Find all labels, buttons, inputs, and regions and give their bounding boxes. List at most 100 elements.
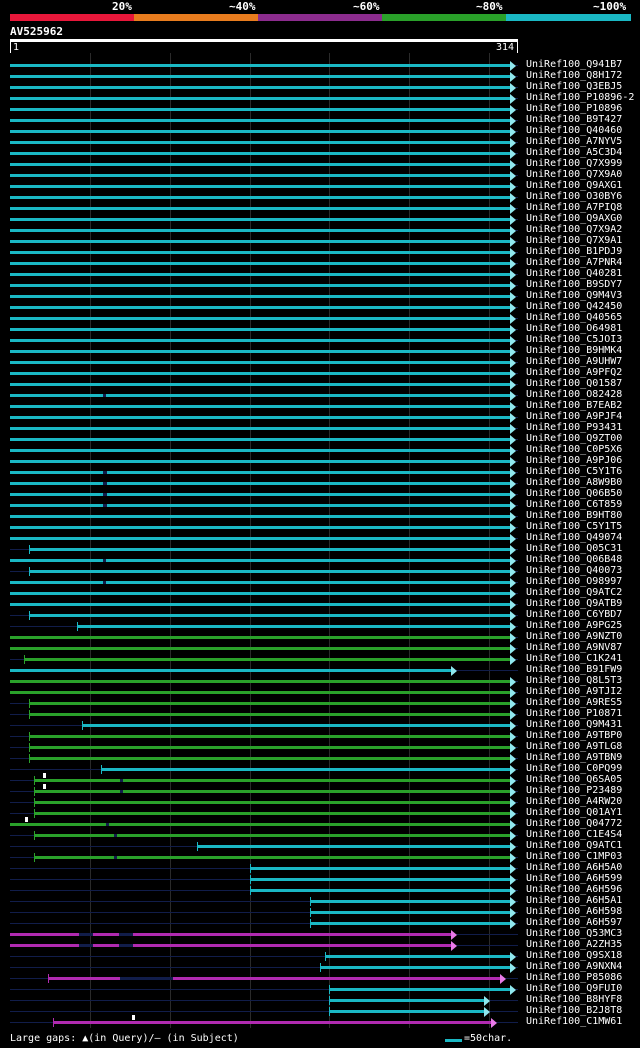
hit-label[interactable]: UniRef100_Q53MC3 [526,928,622,939]
hit-label[interactable]: UniRef100_B91FW9 [526,664,622,675]
hit-label[interactable]: UniRef100_Q9FUI0 [526,983,622,994]
hit-label[interactable]: UniRef100_A6H599 [526,873,622,884]
hit-label[interactable]: UniRef100_A9TBP0 [526,730,622,741]
hit-label[interactable]: UniRef100_Q7X9A0 [526,169,622,180]
hit-bar [319,966,510,969]
hit-label[interactable]: UniRef100_A9PJF4 [526,411,622,422]
hit-label[interactable]: UniRef100_A9PFQ2 [526,367,622,378]
hit-label[interactable]: UniRef100_Q3EBJ5 [526,81,622,92]
hit-label[interactable]: UniRef100_A9UHW7 [526,356,622,367]
hit-label[interactable]: UniRef100_C5JOI3 [526,334,622,345]
hit-label[interactable]: UniRef100_B7EAB2 [526,400,622,411]
hit-label[interactable]: UniRef100_B9SDY7 [526,279,622,290]
hit-label[interactable]: UniRef100_Q01587 [526,378,622,389]
hit-label[interactable]: UniRef100_B9T427 [526,114,622,125]
hit-label[interactable]: UniRef100_B2J8T8 [526,1005,622,1016]
hit-label[interactable]: UniRef100_P23489 [526,785,622,796]
hit-label[interactable]: UniRef100_Q941B7 [526,59,622,70]
hit-label[interactable]: UniRef100_A9TLG8 [526,741,622,752]
hit-label[interactable]: UniRef100_A7PIQ8 [526,202,622,213]
hit-bar [10,328,510,331]
hit-label[interactable]: UniRef100_A6H5A0 [526,862,622,873]
hit-label[interactable]: UniRef100_A4RW20 [526,796,622,807]
hit-label[interactable]: UniRef100_C1E4S4 [526,829,622,840]
hit-bar [33,790,510,793]
hit-label[interactable]: UniRef100_Q9SX18 [526,950,622,961]
hit-label[interactable]: UniRef100_Q9ZT00 [526,433,622,444]
grid-line [489,53,490,1028]
hit-label[interactable]: UniRef100_Q9ATC2 [526,587,622,598]
hit-label[interactable]: UniRef100_A9RES5 [526,697,622,708]
hit-label[interactable]: UniRef100_C0P5X6 [526,444,622,455]
hit-label[interactable]: UniRef100_O82428 [526,389,622,400]
hit-label[interactable]: UniRef100_P85086 [526,972,622,983]
hit-label[interactable]: UniRef100_Q9AXG0 [526,213,622,224]
hit-end-arrow [510,820,516,830]
hit-label[interactable]: UniRef100_O98997 [526,576,622,587]
hit-label[interactable]: UniRef100_Q9ATC1 [526,840,622,851]
hit-label[interactable]: UniRef100_Q01AY1 [526,807,622,818]
hit-label[interactable]: UniRef100_O30BY6 [526,191,622,202]
hit-label[interactable]: UniRef100_B1PDJ9 [526,246,622,257]
hit-label[interactable]: UniRef100_Q49074 [526,532,622,543]
hit-label[interactable]: UniRef100_C5Y1T5 [526,521,622,532]
hit-label[interactable]: UniRef100_A9TBN9 [526,752,622,763]
hit-label[interactable]: UniRef100_A9TJI2 [526,686,622,697]
hit-label[interactable]: UniRef100_Q9AXG1 [526,180,622,191]
hit-end-arrow [490,1018,497,1028]
hit-start-cap [29,545,31,554]
hit-label[interactable]: UniRef100_B8HYF8 [526,994,622,1005]
hit-label[interactable]: UniRef100_P10896 [526,103,622,114]
hit-label[interactable]: UniRef100_A7PNR4 [526,257,622,268]
hit-bar [10,438,510,441]
hit-label[interactable]: UniRef100_A5C3D4 [526,147,622,158]
hit-label[interactable]: UniRef100_C1K241 [526,653,622,664]
hit-label[interactable]: UniRef100_A9NV87 [526,642,622,653]
hit-label[interactable]: UniRef100_Q40565 [526,312,622,323]
hit-label[interactable]: UniRef100_Q04772 [526,818,622,829]
hit-bar [10,427,510,430]
hit-label[interactable]: UniRef100_B9HT80 [526,510,622,521]
hit-label[interactable]: UniRef100_Q7X999 [526,158,622,169]
hit-label[interactable]: UniRef100_A6H598 [526,906,622,917]
hit-label[interactable]: UniRef100_A9NZT0 [526,631,622,642]
hit-label[interactable]: UniRef100_Q40073 [526,565,622,576]
hit-label[interactable]: UniRef100_A6H596 [526,884,622,895]
hit-label[interactable]: UniRef100_A6H5A1 [526,895,622,906]
hit-label[interactable]: UniRef100_Q06B50 [526,488,622,499]
hit-label[interactable]: UniRef100_Q05C31 [526,543,622,554]
hit-label[interactable]: UniRef100_A9PJ06 [526,455,622,466]
hit-label[interactable]: UniRef100_O64981 [526,323,622,334]
hit-label[interactable]: UniRef100_P10871 [526,708,622,719]
hit-label[interactable]: UniRef100_A9NXN4 [526,961,622,972]
hit-label[interactable]: UniRef100_Q40281 [526,268,622,279]
hit-label[interactable]: UniRef100_C5Y1T6 [526,466,622,477]
hit-label[interactable]: UniRef100_C6YBD7 [526,609,622,620]
hit-label[interactable]: UniRef100_P93431 [526,422,622,433]
hit-label[interactable]: UniRef100_Q7X9A1 [526,235,622,246]
hit-end-arrow [510,600,516,610]
hit-label[interactable]: UniRef100_C1MW61 [526,1016,622,1027]
hit-label[interactable]: UniRef100_C6T859 [526,499,622,510]
hit-label[interactable]: UniRef100_Q42450 [526,301,622,312]
hit-label[interactable]: UniRef100_A6H597 [526,917,622,928]
hit-label[interactable]: UniRef100_Q40460 [526,125,622,136]
hit-label[interactable]: UniRef100_Q9M431 [526,719,622,730]
hit-label[interactable]: UniRef100_A7NYV5 [526,136,622,147]
hit-label[interactable]: UniRef100_C1MP03 [526,851,622,862]
hit-label[interactable]: UniRef100_Q06B48 [526,554,622,565]
hit-label[interactable]: UniRef100_P10896-2 [526,92,634,103]
hit-label[interactable]: UniRef100_Q6SA05 [526,774,622,785]
hit-label[interactable]: UniRef100_A2ZH35 [526,939,622,950]
hit-label[interactable]: UniRef100_Q8H172 [526,70,622,81]
hit-end-arrow [510,710,516,720]
hit-label[interactable]: UniRef100_Q7X9A2 [526,224,622,235]
hit-bar [29,614,510,617]
hit-label[interactable]: UniRef100_B9HMK4 [526,345,622,356]
hit-label[interactable]: UniRef100_A9PG25 [526,620,622,631]
hit-label[interactable]: UniRef100_Q9ATB9 [526,598,622,609]
hit-label[interactable]: UniRef100_A8W9B0 [526,477,622,488]
hit-label[interactable]: UniRef100_Q9M4V3 [526,290,622,301]
hit-label[interactable]: UniRef100_C0PQ99 [526,763,622,774]
hit-label[interactable]: UniRef100_Q8L5T3 [526,675,622,686]
